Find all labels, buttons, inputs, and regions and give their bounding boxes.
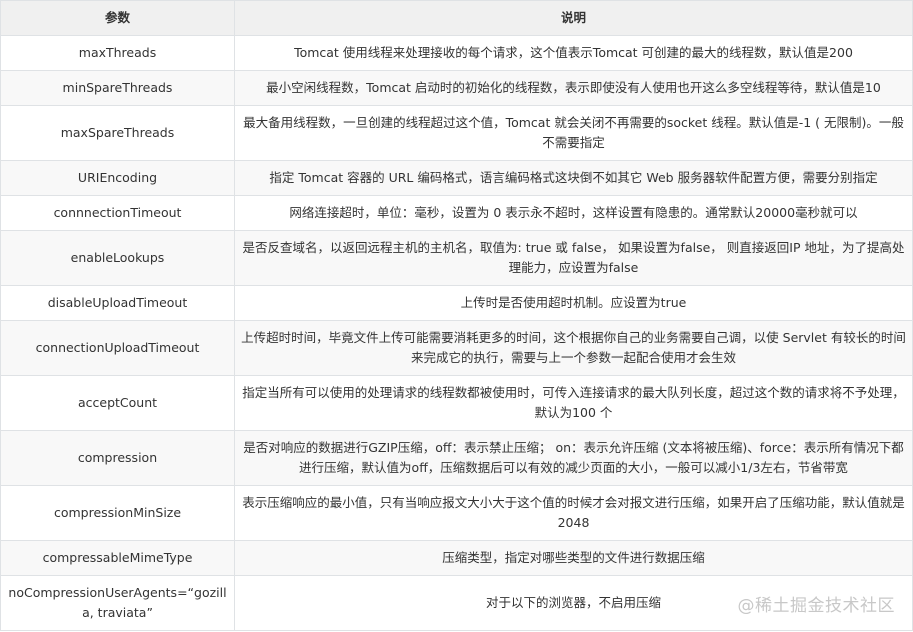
table-row: compressableMimeType 压缩类型，指定对哪些类型的文件进行数据… [0, 540, 913, 576]
param-name: connnectionTimeout [0, 195, 235, 231]
table-row: disableUploadTimeout 上传时是否使用超时机制。应设置为tru… [0, 285, 913, 321]
param-description: 上传时是否使用超时机制。应设置为true [234, 285, 913, 321]
param-name: compressableMimeType [0, 540, 235, 576]
param-name: acceptCount [0, 375, 235, 431]
header-param: 参数 [0, 0, 235, 36]
param-description: 最大备用线程数，一旦创建的线程超过这个值，Tomcat 就会关闭不再需要的soc… [234, 105, 913, 161]
param-name: maxThreads [0, 35, 235, 71]
header-description: 说明 [234, 0, 913, 36]
table-row: enableLookups 是否反查域名，以返回远程主机的主机名，取值为: tr… [0, 230, 913, 286]
param-description: 压缩类型，指定对哪些类型的文件进行数据压缩 [234, 540, 913, 576]
param-name: maxSpareThreads [0, 105, 235, 161]
table-row: connnectionTimeout 网络连接超时，单位：毫秒，设置为 0 表示… [0, 195, 913, 231]
param-description: 指定当所有可以使用的处理请求的线程数都被使用时，可传入连接请求的最大队列长度，超… [234, 375, 913, 431]
param-description: Tomcat 使用线程来处理接收的每个请求，这个值表示Tomcat 可创建的最大… [234, 35, 913, 71]
param-description: 对于以下的浏览器，不启用压缩 [234, 575, 913, 631]
param-name: URIEncoding [0, 160, 235, 196]
table-row: compressionMinSize 表示压缩响应的最小值，只有当响应报文大小大… [0, 485, 913, 541]
table-row: minSpareThreads 最小空闲线程数，Tomcat 启动时的初始化的线… [0, 70, 913, 106]
table-row: connectionUploadTimeout 上传超时时间，毕竟文件上传可能需… [0, 320, 913, 376]
param-name: connectionUploadTimeout [0, 320, 235, 376]
param-description: 最小空闲线程数，Tomcat 启动时的初始化的线程数，表示即使没有人使用也开这么… [234, 70, 913, 106]
table-row: compression 是否对响应的数据进行GZIP压缩，off：表示禁止压缩；… [0, 430, 913, 486]
param-name: minSpareThreads [0, 70, 235, 106]
parameters-table: 参数 说明 maxThreads Tomcat 使用线程来处理接收的每个请求，这… [0, 0, 913, 631]
param-name: compression [0, 430, 235, 486]
param-description: 指定 Tomcat 容器的 URL 编码格式，语言编码格式这块倒不如其它 Web… [234, 160, 913, 196]
param-name: compressionMinSize [0, 485, 235, 541]
header-row: 参数 说明 [0, 0, 913, 36]
param-name: disableUploadTimeout [0, 285, 235, 321]
table-header: 参数 说明 [0, 0, 913, 36]
table-row: noCompressionUserAgents=“gozilla, travia… [0, 575, 913, 631]
table-row: maxThreads Tomcat 使用线程来处理接收的每个请求，这个值表示To… [0, 35, 913, 71]
param-name: enableLookups [0, 230, 235, 286]
param-description: 表示压缩响应的最小值，只有当响应报文大小大于这个值的时候才会对报文进行压缩，如果… [234, 485, 913, 541]
param-description: 是否反查域名，以返回远程主机的主机名，取值为: true 或 false， 如果… [234, 230, 913, 286]
table-row: URIEncoding 指定 Tomcat 容器的 URL 编码格式，语言编码格… [0, 160, 913, 196]
param-name: noCompressionUserAgents=“gozilla, travia… [0, 575, 235, 631]
param-description: 网络连接超时，单位：毫秒，设置为 0 表示永不超时，这样设置有隐患的。通常默认2… [234, 195, 913, 231]
param-description: 是否对响应的数据进行GZIP压缩，off：表示禁止压缩； on：表示允许压缩 (… [234, 430, 913, 486]
table-row: acceptCount 指定当所有可以使用的处理请求的线程数都被使用时，可传入连… [0, 375, 913, 431]
table-row: maxSpareThreads 最大备用线程数，一旦创建的线程超过这个值，Tom… [0, 105, 913, 161]
table-body: maxThreads Tomcat 使用线程来处理接收的每个请求，这个值表示To… [0, 35, 913, 631]
param-description: 上传超时时间，毕竟文件上传可能需要消耗更多的时间，这个根据你自己的业务需要自己调… [234, 320, 913, 376]
